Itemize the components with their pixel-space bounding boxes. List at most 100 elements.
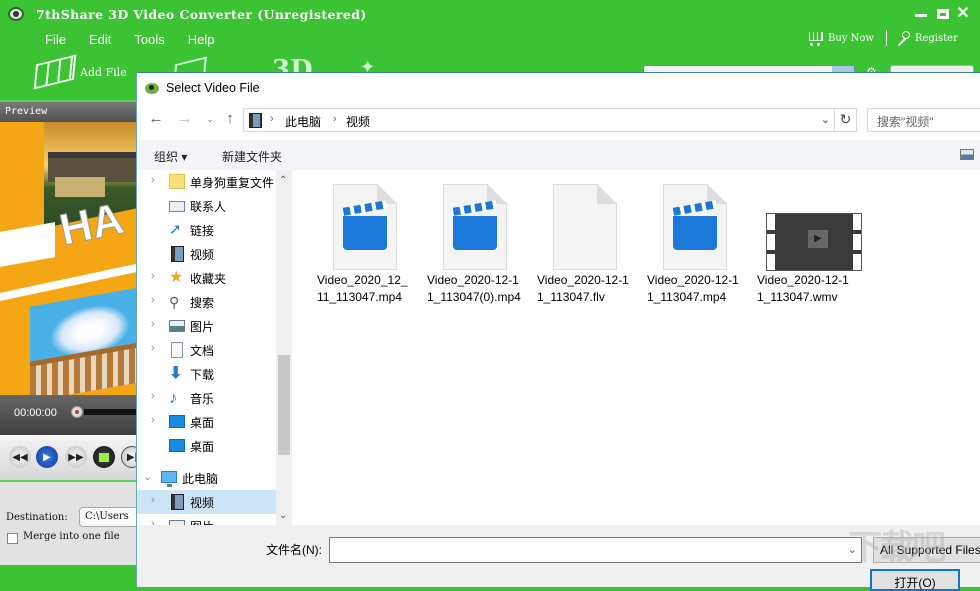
file-name: Video_2020-12-11_113047.wmv	[757, 273, 849, 304]
nav-item[interactable]: › 图片	[137, 514, 276, 525]
download-icon: ⬇	[169, 365, 183, 382]
maximize-button[interactable]	[934, 7, 952, 19]
desktop-icon	[169, 415, 185, 428]
file-type-select[interactable]: All Supported Files	[873, 537, 980, 563]
pictures-icon	[169, 320, 185, 332]
nav-item[interactable]: › 桌面	[137, 410, 276, 434]
nav-item[interactable]: › 单身狗重复文件	[137, 170, 276, 194]
view-options-icon[interactable]	[960, 149, 974, 160]
back-button[interactable]: ←	[146, 110, 166, 127]
forward-button[interactable]: →	[175, 110, 195, 127]
stop-button[interactable]	[93, 446, 115, 468]
nav-item[interactable]: › ⚲ 搜索	[137, 290, 276, 314]
chevron-down-icon[interactable]: ⌄	[821, 113, 830, 126]
destination-label: Destination:	[6, 512, 68, 523]
preview-title: Preview	[5, 106, 48, 117]
contacts-icon	[169, 201, 185, 212]
file-item[interactable]: Video_2020-12-11_113047(0).mp4	[425, 184, 525, 306]
nav-item[interactable]: › 图片	[137, 314, 276, 338]
rewind-button[interactable]: ◀◀	[9, 446, 31, 468]
computer-icon	[161, 471, 177, 487]
stop-icon	[99, 452, 109, 462]
merge-label: Merge into one file	[23, 531, 120, 542]
file-item[interactable]: Video_2020-12-11_113047.wmv	[755, 184, 862, 306]
menu-bar: File Edit Tools Help	[45, 32, 237, 47]
recent-locations-button[interactable]: ⌄	[200, 114, 220, 125]
chevron-right-icon[interactable]: ›	[151, 494, 155, 506]
nav-item[interactable]: 联系人	[137, 194, 276, 218]
fast-forward-button[interactable]: ▶▶	[65, 446, 87, 468]
chevron-right-icon[interactable]: ›	[151, 294, 155, 306]
filename-input[interactable]: ⌄	[329, 537, 862, 563]
search-input[interactable]: 搜索"视频"	[867, 108, 980, 132]
close-button[interactable]: ✕	[954, 6, 972, 22]
refresh-button[interactable]: ↻	[835, 108, 857, 132]
mp4-file-icon	[663, 184, 727, 270]
add-file-label: Add File	[80, 65, 127, 79]
nav-item-this-pc[interactable]: ⌄ 此电脑	[137, 466, 276, 490]
chevron-right-icon: ›	[270, 113, 274, 125]
menu-tools[interactable]: Tools	[134, 32, 164, 47]
seek-slider-handle[interactable]	[71, 406, 83, 418]
chevron-right-icon[interactable]: ›	[151, 318, 155, 330]
seek-track[interactable]	[84, 409, 140, 415]
nav-item-videos-selected[interactable]: › 视频	[137, 490, 276, 514]
menu-file[interactable]: File	[45, 32, 66, 47]
menu-edit[interactable]: Edit	[89, 32, 111, 47]
nav-item-label: 视频	[190, 496, 215, 510]
video-icon	[171, 246, 184, 262]
scroll-up-icon[interactable]: ⌃	[279, 175, 287, 186]
add-file-button[interactable]: Add File	[33, 54, 127, 90]
dialog-title-bar: Select Video File	[137, 73, 980, 103]
nav-item-label: 桌面	[190, 416, 215, 430]
scrollbar-thumb[interactable]	[278, 355, 290, 455]
play-button[interactable]: ▶	[36, 446, 58, 468]
breadcrumb-videos[interactable]: 视频	[346, 113, 370, 130]
file-item[interactable]: Video_2020-12-11_113047.flv	[535, 184, 635, 306]
nav-item[interactable]: › ★ 收藏夹	[137, 266, 276, 290]
merge-checkbox[interactable]	[7, 533, 18, 544]
mp4-file-icon	[443, 184, 507, 270]
player-bar: 00:00:00	[0, 395, 140, 435]
file-name: Video_2020-12-11_113047.mp4	[647, 273, 739, 304]
organize-button[interactable]: 组织 ▾	[154, 148, 187, 165]
address-bar[interactable]: › 此电脑 › 视频 ⌄	[243, 108, 835, 132]
up-button[interactable]: ↑	[220, 110, 240, 127]
new-folder-button[interactable]: 新建文件夹	[222, 148, 282, 165]
file-list: Video_2020_12_11_113047.mp4 Video_2020-1…	[297, 170, 980, 525]
chevron-down-icon[interactable]: ⌄	[848, 543, 857, 556]
register-link[interactable]: Register	[915, 33, 958, 44]
nav-item[interactable]: › ♪ 音乐	[137, 386, 276, 410]
nav-item[interactable]: ➚ 链接	[137, 218, 276, 242]
dialog-title: Select Video File	[166, 81, 260, 95]
file-item[interactable]: Video_2020-12-11_113047.mp4	[645, 184, 745, 306]
buy-now-link[interactable]: Buy Now	[828, 33, 874, 44]
nav-scrollbar[interactable]: ⌃ ⌄	[276, 170, 292, 525]
nav-item[interactable]: › 文档	[137, 338, 276, 362]
nav-item-label: 搜索	[190, 296, 215, 310]
chevron-right-icon[interactable]: ›	[151, 518, 155, 525]
file-item[interactable]: Video_2020_12_11_113047.mp4	[315, 184, 415, 306]
minimize-button[interactable]	[912, 7, 930, 17]
scroll-down-icon[interactable]: ⌄	[279, 510, 287, 521]
nav-item-label: 单身狗重复文件	[190, 176, 275, 190]
chevron-right-icon[interactable]: ›	[151, 270, 155, 282]
nav-item[interactable]: ⬇ 下载	[137, 362, 276, 386]
mp4-file-icon	[333, 184, 397, 270]
nav-item[interactable]: 视频	[137, 242, 276, 266]
open-button[interactable]: 打开(O)	[870, 569, 960, 591]
playback-time: 00:00:00	[14, 407, 57, 419]
nav-item-label: 此电脑	[182, 472, 219, 486]
menu-help[interactable]: Help	[188, 32, 215, 47]
chevron-down-icon[interactable]: ⌄	[143, 470, 152, 483]
nav-item-label: 桌面	[190, 440, 215, 454]
chevron-right-icon[interactable]: ›	[151, 174, 155, 186]
filename-label: 文件名(N):	[266, 543, 322, 557]
chevron-right-icon[interactable]: ›	[151, 390, 155, 402]
breadcrumb-this-pc[interactable]: 此电脑	[285, 113, 321, 130]
nav-item-label: 联系人	[190, 200, 227, 214]
nav-item[interactable]: 桌面	[137, 434, 276, 458]
maximize-icon	[937, 9, 949, 19]
chevron-right-icon[interactable]: ›	[151, 342, 155, 354]
chevron-right-icon[interactable]: ›	[151, 414, 155, 426]
